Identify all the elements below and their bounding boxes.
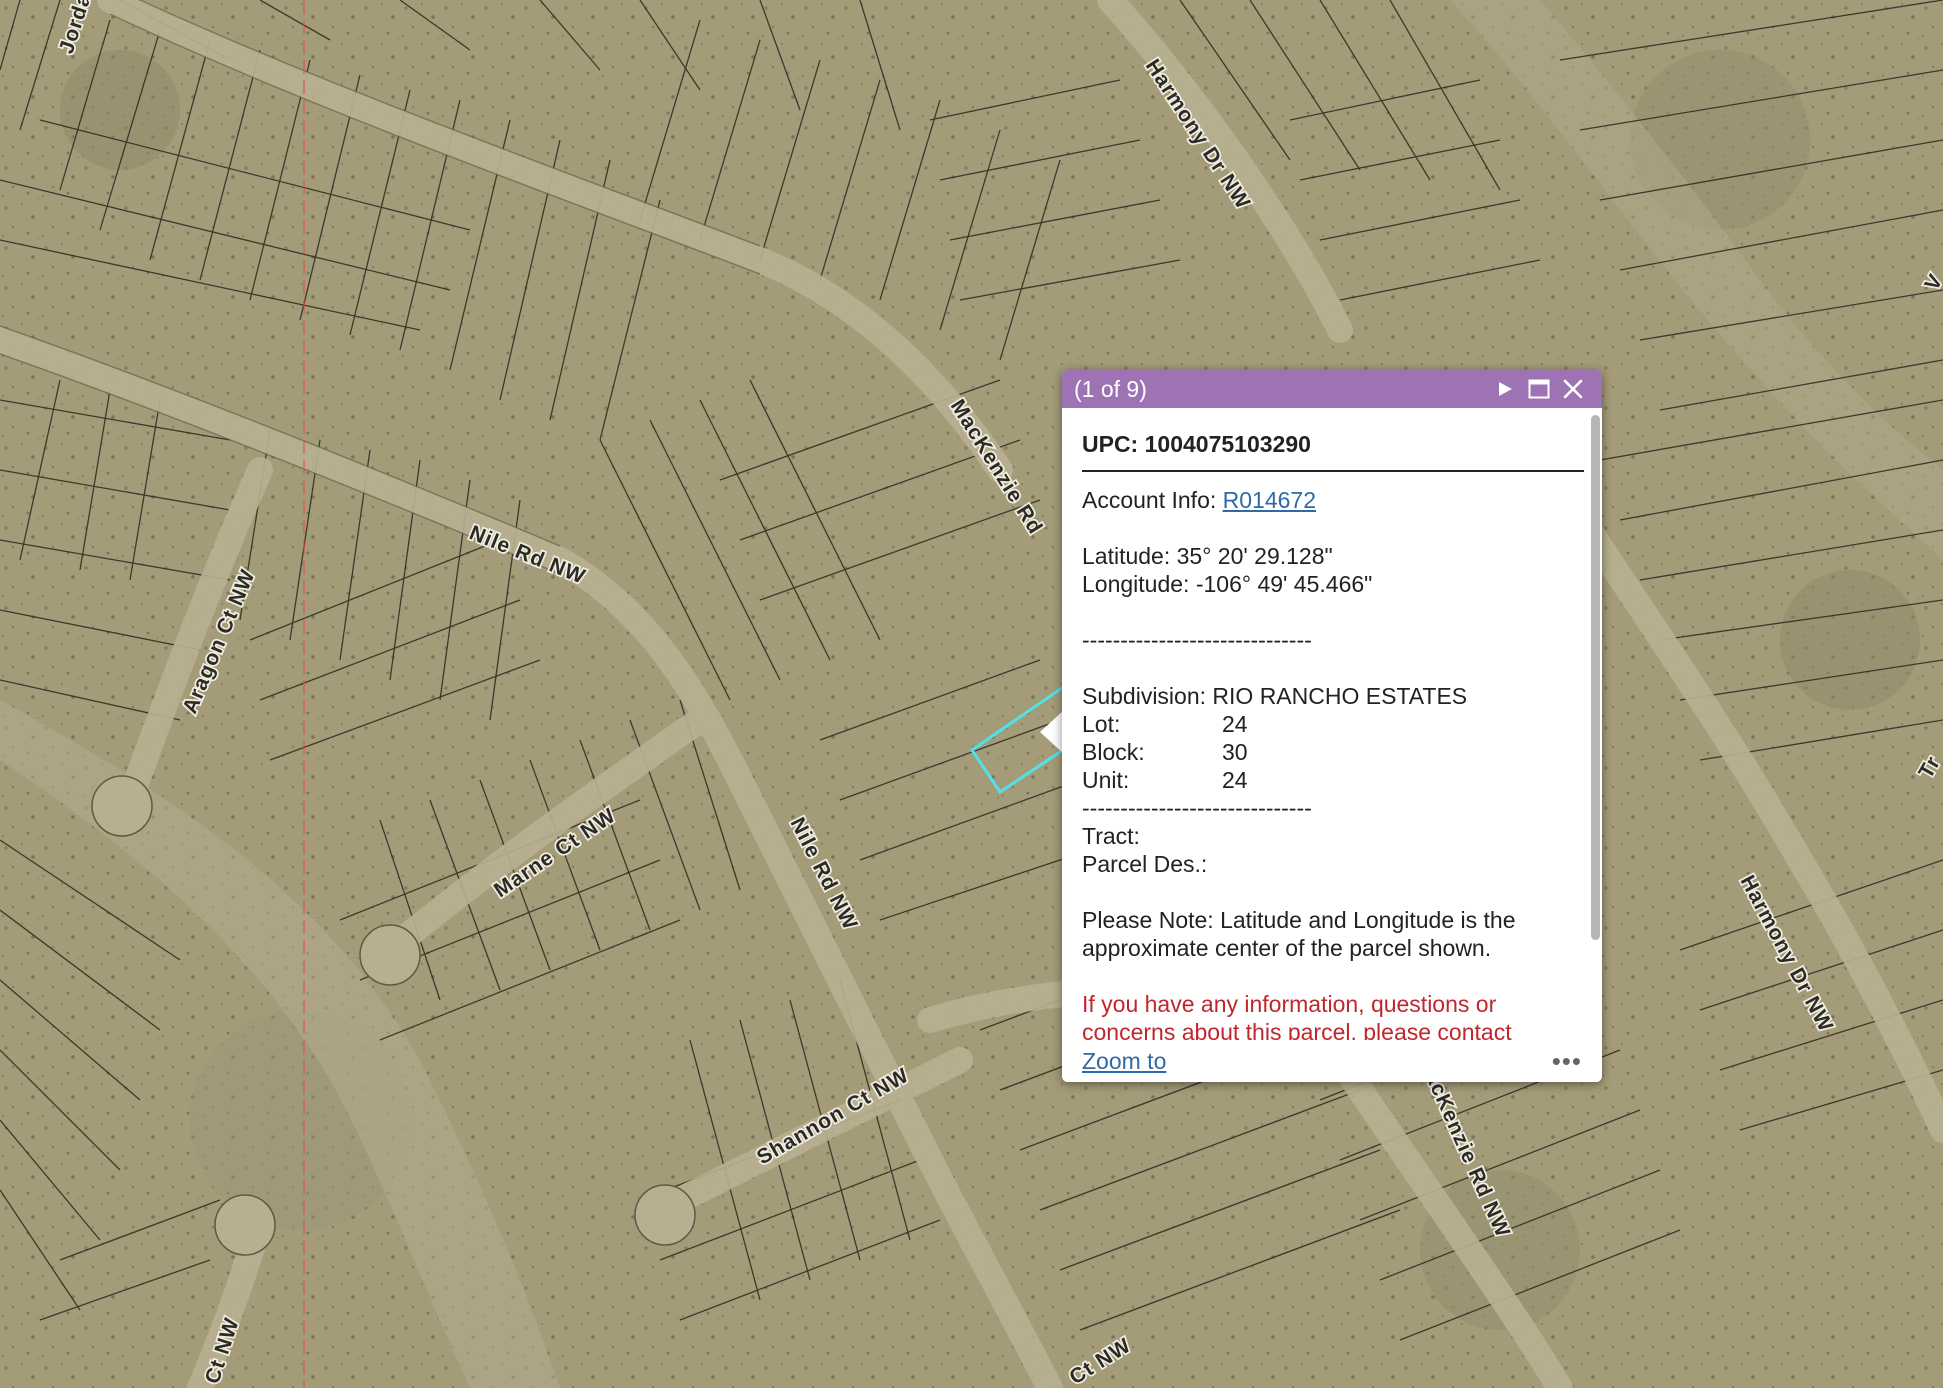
- lot-label: Lot:: [1082, 711, 1121, 737]
- account-label: Account Info:: [1082, 487, 1223, 513]
- popup-title: (1 of 9): [1074, 375, 1147, 402]
- popup-content[interactable]: UPC: 1004075103290 Account Info: R014672…: [1062, 408, 1588, 1082]
- unit-label: Unit:: [1082, 767, 1130, 793]
- popup-pointer: [1040, 710, 1064, 754]
- more-icon[interactable]: •••: [1552, 1046, 1582, 1077]
- block-row: Block: 30: [1082, 738, 1584, 766]
- account-info: Account Info: R014672: [1082, 486, 1584, 514]
- unit-row: Unit: 24: [1082, 766, 1584, 794]
- lot-row: Lot: 24: [1082, 710, 1584, 738]
- parcel-description: Parcel Des.:: [1082, 851, 1208, 877]
- maximize-icon[interactable]: [1522, 372, 1556, 406]
- popup-header: (1 of 9): [1062, 370, 1602, 408]
- popup-footer: Zoom to •••: [1062, 1040, 1602, 1082]
- location-note: Please Note: Latitude and Longitude is t…: [1082, 907, 1516, 961]
- scrollbar[interactable]: [1591, 415, 1600, 940]
- upc-value: UPC: 1004075103290: [1082, 431, 1311, 457]
- tract: Tract:: [1082, 823, 1140, 849]
- account-link[interactable]: R014672: [1223, 487, 1316, 513]
- contact-note: If you have any information, questions o…: [1082, 991, 1512, 1042]
- subdivision: Subdivision: RIO RANCHO ESTATES: [1082, 683, 1468, 709]
- separator: ------------------------------: [1082, 627, 1312, 653]
- satellite-map[interactable]: Harmony Dr NW MacKenzie Rd Nile Rd NW Ni…: [0, 0, 1943, 1388]
- unit-value: 24: [1222, 767, 1248, 793]
- latitude: Latitude: 35° 20' 29.128": [1082, 543, 1333, 569]
- divider: [1082, 470, 1584, 472]
- block-value: 30: [1222, 739, 1248, 765]
- lot-value: 24: [1222, 711, 1248, 737]
- longitude: Longitude: -106° 49' 45.466": [1082, 571, 1373, 597]
- close-icon[interactable]: [1556, 372, 1590, 406]
- separator: ------------------------------: [1082, 795, 1312, 821]
- play-icon[interactable]: [1488, 372, 1522, 406]
- block-label: Block:: [1082, 739, 1145, 765]
- parcel-popup: (1 of 9) UPC: 1004075103290 Account Info…: [1062, 370, 1602, 1082]
- zoom-to-link[interactable]: Zoom to: [1082, 1048, 1552, 1075]
